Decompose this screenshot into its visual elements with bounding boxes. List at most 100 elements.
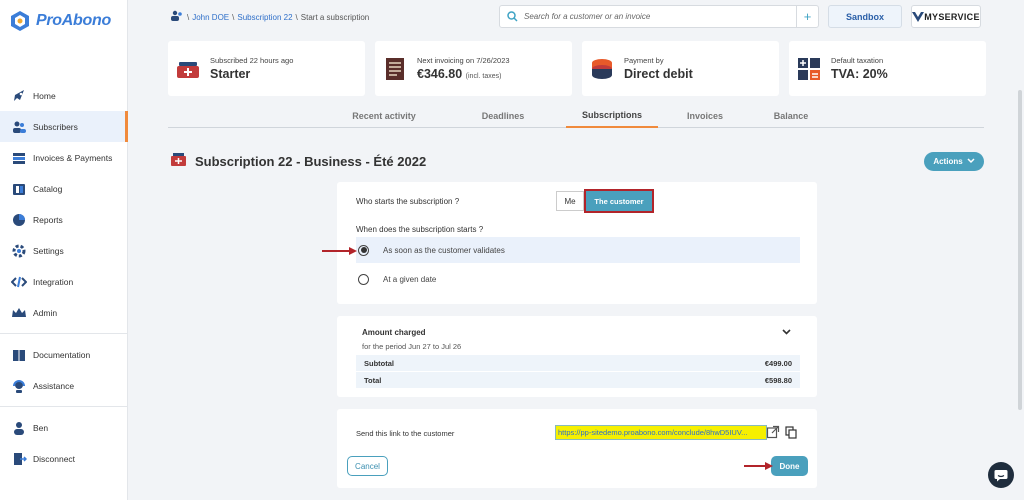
scrollbar[interactable] (1018, 90, 1022, 410)
amount-panel: Amount charged for the period Jun 27 to … (337, 316, 817, 397)
tab-invoices[interactable]: Invoices (670, 104, 740, 128)
card-plan: Subscribed 22 hours ago Starter (168, 41, 365, 96)
sidebar-item-disconnect[interactable]: Disconnect (0, 443, 128, 474)
send-link-panel: Send this link to the customer https://p… (337, 409, 817, 488)
crown-icon (11, 305, 27, 321)
total-row: Total €598.80 (356, 372, 800, 388)
catalog-icon (11, 181, 27, 197)
sidebar-item-invoices[interactable]: Invoices & Payments (0, 142, 128, 173)
sidebar-item-label: Catalog (33, 183, 63, 194)
actions-button[interactable]: Actions (924, 152, 984, 171)
subscription-icon (174, 55, 202, 83)
nav-divider (0, 406, 128, 407)
add-button[interactable]: + (796, 6, 818, 27)
customer-button[interactable]: The customer (584, 189, 654, 213)
start-options-panel: Who starts the subscription ? Me The cus… (337, 182, 817, 304)
subtotal-row: Subtotal €499.00 (356, 355, 800, 371)
sidebar-item-home[interactable]: Home (0, 80, 128, 111)
sidebar-item-label: Reports (33, 214, 63, 225)
page-title: Subscription 22 - Business - Été 2022 (170, 152, 426, 170)
brand-logo[interactable]: ProAbono (10, 10, 111, 32)
chevron-down-icon (967, 157, 975, 166)
cancel-button[interactable]: Cancel (347, 456, 388, 476)
breadcrumb-subscription[interactable]: Subscription 22 (237, 13, 292, 22)
book-icon (11, 347, 27, 363)
me-button[interactable]: Me (556, 191, 584, 211)
sidebar-item-label: Assistance (33, 380, 75, 391)
sidebar-item-account[interactable]: Ben (0, 412, 128, 443)
gear-icon (11, 243, 27, 259)
sidebar-item-label: Disconnect (33, 453, 76, 464)
sidebar-item-label: Documentation (33, 349, 91, 360)
users-icon (170, 10, 184, 24)
search-input[interactable]: Search for a customer or an invoice (524, 12, 796, 21)
tab-balance[interactable]: Balance (756, 104, 826, 128)
door-icon (11, 451, 27, 467)
sidebar-item-label: Subscribers (33, 121, 78, 132)
tab-recent-activity[interactable]: Recent activity (324, 104, 444, 128)
sidebar-item-settings[interactable]: Settings (0, 235, 128, 266)
sidebar-item-assistance[interactable]: Assistance (0, 370, 128, 401)
question-who: Who starts the subscription ? (356, 197, 460, 206)
sidebar: ProAbono Home Subscribers Invoices & Pay… (0, 0, 128, 500)
user-icon (11, 420, 27, 436)
sidebar-item-integration[interactable]: Integration (0, 266, 128, 297)
sidebar-item-label: Home (33, 90, 56, 101)
rocket-icon (11, 88, 27, 104)
search-icon (500, 6, 524, 27)
sidebar-item-documentation[interactable]: Documentation (0, 339, 128, 370)
amount-title: Amount charged (362, 328, 426, 337)
pie-chart-icon (11, 212, 27, 228)
sidebar-item-label: Integration (33, 276, 74, 287)
done-button[interactable]: Done (771, 456, 808, 476)
annotation-arrow-icon (744, 462, 773, 470)
logo-hex-icon (11, 11, 29, 31)
tab-deadlines[interactable]: Deadlines (456, 104, 550, 128)
breadcrumb-customer[interactable]: John DOE (192, 13, 229, 22)
chat-bubble-icon (994, 469, 1008, 481)
option-given-date[interactable]: At a given date (356, 266, 800, 292)
users-icon (11, 119, 27, 135)
tab-subscriptions[interactable]: Subscriptions (566, 104, 658, 128)
card-payment: Payment by Direct debit (582, 41, 779, 96)
conclude-link[interactable]: https://pp-sitedemo.proabono.com/conclud… (555, 425, 767, 440)
external-link-icon[interactable] (766, 425, 780, 441)
option-on-validation[interactable]: As soon as the customer validates (356, 237, 800, 263)
chat-widget-button[interactable] (988, 462, 1014, 488)
top-bar: \ John DOE \ Subscription 22 \ Start a s… (128, 0, 1024, 36)
invoice-icon (381, 55, 409, 83)
invoices-icon (11, 150, 27, 166)
breadcrumb-current: Start a subscription (300, 12, 370, 22)
sidebar-item-subscribers[interactable]: Subscribers (0, 111, 128, 142)
tab-bar: Recent activity Deadlines Subscriptions … (168, 104, 984, 128)
calculator-icon (795, 55, 823, 83)
brand-name: ProAbono (36, 12, 111, 29)
coins-icon (588, 55, 616, 83)
nav-divider (0, 333, 128, 334)
sidebar-item-label: Ben (33, 422, 49, 433)
sandbox-button[interactable]: Sandbox (828, 5, 902, 28)
myservice-logo[interactable]: MYSERVICE (911, 5, 981, 28)
card-taxation: Default taxation TVA: 20% (789, 41, 986, 96)
summary-cards: Subscribed 22 hours ago Starter Next invo… (168, 41, 986, 96)
sidebar-nav: Home Subscribers Invoices & Payments Cat… (0, 80, 128, 474)
sidebar-item-label: Settings (33, 245, 64, 256)
radio-unchecked-icon[interactable] (358, 273, 369, 285)
sidebar-item-label: Invoices & Payments (33, 152, 113, 163)
radio-checked-icon[interactable] (358, 244, 369, 256)
subscription-icon (170, 152, 187, 170)
headset-icon (11, 378, 27, 394)
sidebar-item-admin[interactable]: Admin (0, 297, 128, 328)
card-next-invoice: Next invoicing on 7/26/2023 €346.80 (incl… (375, 41, 572, 96)
code-icon (11, 274, 27, 290)
search-bar: Search for a customer or an invoice + (499, 5, 819, 28)
sidebar-item-reports[interactable]: Reports (0, 204, 128, 235)
chevron-down-icon[interactable] (782, 327, 791, 337)
annotation-arrow-icon (322, 247, 357, 255)
myservice-v-icon (912, 11, 925, 22)
breadcrumb: \ John DOE \ Subscription 22 \ Start a s… (170, 10, 369, 24)
sidebar-item-label: Admin (33, 307, 58, 318)
copy-icon[interactable] (785, 426, 797, 441)
sidebar-item-catalog[interactable]: Catalog (0, 173, 128, 204)
question-when: When does the subscription starts ? (356, 225, 484, 234)
